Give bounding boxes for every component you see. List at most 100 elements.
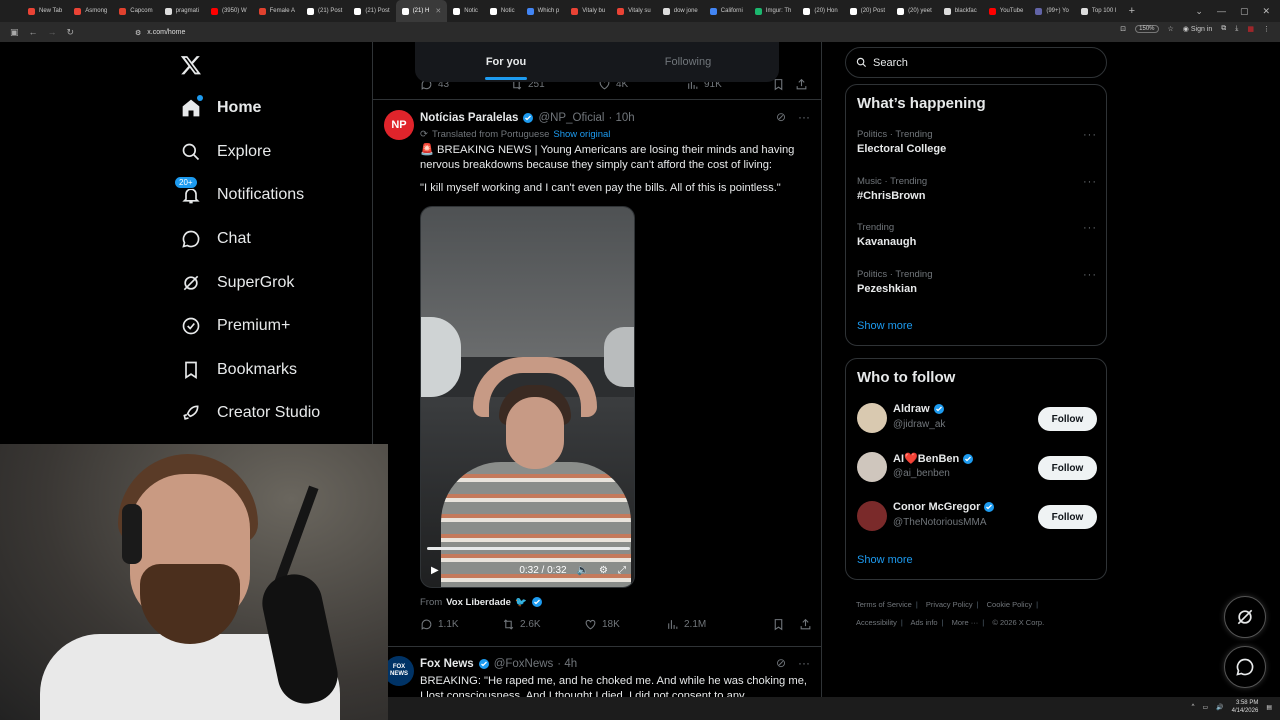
new-tab-button[interactable]: + bbox=[1129, 5, 1135, 17]
grok-icon[interactable]: ⊘ bbox=[776, 110, 786, 124]
extensions-icon[interactable]: ⧉ bbox=[1221, 25, 1226, 33]
download-icon[interactable]: ⤓ bbox=[1235, 25, 1238, 33]
clock[interactable]: 3:58 PM 4/14/2026 bbox=[1232, 699, 1259, 715]
footer-link[interactable]: More ··· bbox=[952, 618, 979, 627]
trend-item[interactable]: Music · Trending #ChrisBrown ··· bbox=[857, 176, 1097, 202]
minimize-button[interactable]: — bbox=[1217, 6, 1226, 16]
author-handle[interactable]: @NP_Oficial bbox=[538, 112, 604, 124]
trend-item[interactable]: Trending Kavanaugh ··· bbox=[857, 222, 1097, 248]
post-fox-news[interactable]: FOX NEWS Fox News @FoxNews · 4h ⊘ ··· BR… bbox=[384, 656, 814, 698]
search-input[interactable]: Search bbox=[845, 47, 1107, 78]
browser-tab[interactable]: (21) H ✕ bbox=[395, 0, 448, 22]
sidebar-item-explore[interactable]: Explore bbox=[180, 138, 271, 166]
share-button[interactable] bbox=[795, 78, 808, 91]
network-icon[interactable]: ▭ bbox=[1202, 704, 1208, 711]
zoom-indicator[interactable]: 150% bbox=[1135, 25, 1159, 33]
notification-icon[interactable]: ▤ bbox=[1266, 704, 1272, 711]
browser-tab[interactable]: Imgur: Th bbox=[749, 0, 798, 22]
browser-tab[interactable]: dow jone bbox=[657, 0, 704, 22]
close-tab-icon[interactable]: ✕ bbox=[435, 7, 441, 15]
avatar[interactable]: NP bbox=[384, 110, 414, 140]
play-icon[interactable]: ▶ bbox=[431, 565, 439, 576]
post-time[interactable]: · 10h bbox=[608, 112, 634, 124]
follow-suggestion[interactable]: Conor McGregor @TheNotoriousMMA Follow bbox=[857, 501, 1097, 533]
views-button[interactable]: 2.1M bbox=[666, 618, 748, 631]
maximize-button[interactable]: ▢ bbox=[1240, 6, 1249, 17]
repost-button[interactable]: 2.6K bbox=[502, 618, 584, 631]
avatar[interactable] bbox=[857, 452, 887, 482]
avatar[interactable]: FOX NEWS bbox=[384, 656, 414, 686]
follow-suggestion[interactable]: Aldraw @jidraw_ak Follow bbox=[857, 403, 1097, 435]
trend-item[interactable]: Politics · Trending Pezeshkian ··· bbox=[857, 269, 1097, 295]
footer-link[interactable]: Cookie Policy bbox=[987, 600, 1032, 609]
forward-button[interactable]: → bbox=[48, 27, 57, 37]
show-more-link[interactable]: Show more bbox=[857, 554, 913, 566]
browser-tab[interactable]: blackfac bbox=[938, 0, 983, 22]
follow-button[interactable]: Follow bbox=[1038, 407, 1097, 431]
avatar[interactable] bbox=[857, 501, 887, 531]
site-info-icon[interactable]: ⚙ bbox=[135, 29, 141, 37]
back-button[interactable]: ← bbox=[29, 27, 38, 37]
grok-icon[interactable]: ⊘ bbox=[776, 656, 786, 670]
more-options-icon[interactable]: ··· bbox=[1083, 129, 1097, 141]
like-button[interactable]: 18K bbox=[584, 618, 666, 631]
sidebar-item-bookmarks[interactable]: Bookmarks bbox=[180, 356, 297, 384]
browser-tab[interactable]: Capcom bbox=[113, 0, 158, 22]
tray-chevron-icon[interactable]: ^ bbox=[1192, 704, 1195, 710]
browser-tab[interactable]: (21) Post bbox=[348, 0, 395, 22]
menu-icon[interactable]: ⋮ bbox=[1263, 25, 1270, 33]
show-original-link[interactable]: Show original bbox=[553, 129, 610, 140]
browser-tab[interactable]: (3950) W bbox=[205, 0, 253, 22]
x-logo-icon[interactable] bbox=[180, 54, 202, 76]
sidebar-item-creator-studio[interactable]: Creator Studio bbox=[180, 399, 320, 427]
browser-tab[interactable]: pragmati bbox=[159, 0, 205, 22]
favorite-star-icon[interactable]: ☆ bbox=[1168, 25, 1174, 33]
browser-tab[interactable]: (20) Post bbox=[844, 0, 891, 22]
footer-link[interactable]: Privacy Policy bbox=[926, 600, 973, 609]
more-options-icon[interactable]: ··· bbox=[798, 110, 810, 124]
sidebar-item-supergrok[interactable]: SuperGrok bbox=[180, 269, 294, 297]
install-app-icon[interactable]: ⊡ bbox=[1120, 25, 1126, 33]
browser-tab[interactable]: (20) Hon bbox=[797, 0, 843, 22]
avatar[interactable] bbox=[857, 403, 887, 433]
browser-tab[interactable]: Vitaly bu bbox=[565, 0, 611, 22]
browser-tab[interactable]: (21) Post bbox=[301, 0, 348, 22]
more-options-icon[interactable]: ··· bbox=[1083, 269, 1097, 281]
browser-tab[interactable]: Female A bbox=[253, 0, 301, 22]
reply-button[interactable]: 1.1K bbox=[420, 618, 502, 631]
post-video[interactable]: ▶ 0:32 / 0:32 🔈 ⚙ ⤢ bbox=[420, 206, 635, 588]
reload-button[interactable]: ↻ bbox=[67, 27, 75, 38]
url-field[interactable]: ⚙ x.com/home bbox=[135, 26, 1135, 39]
sidebar-item-notifications[interactable]: 20+ Notifications bbox=[174, 176, 304, 209]
browser-tab[interactable]: Notic bbox=[447, 0, 484, 22]
sidebar-toggle-icon[interactable]: ▣ bbox=[10, 27, 19, 38]
browser-tab[interactable]: Which p bbox=[521, 0, 566, 22]
close-window-button[interactable]: ✕ bbox=[1262, 6, 1270, 17]
browser-tab[interactable]: Notic bbox=[484, 0, 521, 22]
follow-suggestion[interactable]: AI❤️BenBen @ai_benben Follow bbox=[857, 452, 1097, 484]
show-more-link[interactable]: Show more bbox=[857, 320, 913, 332]
tab-search-icon[interactable]: ⌄ bbox=[1195, 6, 1203, 17]
fullscreen-icon[interactable]: ⤢ bbox=[618, 565, 626, 576]
author-handle[interactable]: @FoxNews bbox=[494, 658, 554, 670]
browser-tab[interactable]: New Tab bbox=[22, 0, 68, 22]
video-progress-bar[interactable] bbox=[427, 547, 630, 550]
bookmark-button[interactable] bbox=[772, 618, 785, 631]
author-name[interactable]: Fox News bbox=[420, 658, 474, 670]
browser-tab[interactable]: (20) yeet bbox=[891, 0, 938, 22]
sidebar-item-home[interactable]: Home bbox=[180, 94, 261, 122]
settings-icon[interactable]: ⚙ bbox=[599, 565, 608, 576]
browser-tab[interactable]: Asmong bbox=[68, 0, 113, 22]
browser-tab[interactable]: Top 100 I bbox=[1075, 0, 1123, 22]
volume-icon[interactable]: 🔊 bbox=[1216, 704, 1223, 711]
footer-link[interactable]: Accessibility bbox=[856, 618, 897, 627]
browser-tab[interactable]: Californi bbox=[704, 0, 749, 22]
share-button[interactable] bbox=[799, 618, 812, 631]
footer-link[interactable]: Terms of Service bbox=[856, 600, 912, 609]
more-options-icon[interactable]: ··· bbox=[1083, 176, 1097, 188]
more-options-icon[interactable]: ··· bbox=[798, 656, 810, 670]
author-name[interactable]: Notícias Paralelas bbox=[420, 112, 518, 124]
sidebar-item-chat[interactable]: Chat bbox=[180, 225, 251, 253]
post-noticias-paralelas[interactable]: NP Notícias Paralelas @NP_Oficial · 10h … bbox=[384, 110, 814, 640]
browser-tab[interactable]: YouTube bbox=[983, 0, 1030, 22]
